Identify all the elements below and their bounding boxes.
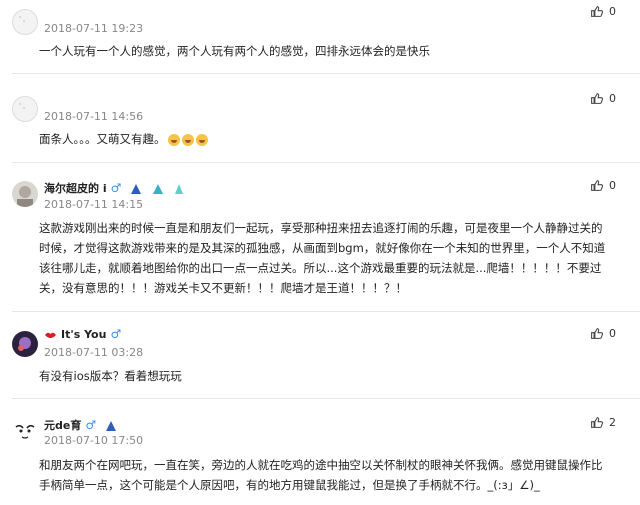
divider [12, 398, 640, 399]
divider [12, 311, 640, 312]
laughing-emoji-icon [181, 133, 194, 146]
user-avatar-image [12, 331, 38, 357]
comment-line: 关，没有意思的！！！游戏关卡又不更新！！！爬墙才是王道！！！？！ [39, 281, 407, 295]
like-button[interactable]: 0 [590, 92, 616, 105]
username[interactable]: 元de育 ♂ [44, 417, 118, 433]
comment-time: 2018-07-11 19:23 [44, 22, 144, 35]
comment-line: 时候，才觉得这款游戏带来的是及其深的孤独感，从画面到bgm，就好像你在一个未知的… [39, 241, 606, 255]
level-badge-icon [174, 184, 183, 194]
thumbs-up-icon [591, 6, 603, 17]
red-lips-icon [45, 332, 56, 338]
comment-line: 这款游戏刚出来的时候一直是和朋友们一起玩，享受那种扭来扭去追逐打闹的乐趣，可是夜… [39, 221, 603, 235]
level-badge-icon [131, 184, 142, 194]
male-icon: ♂ [85, 418, 97, 432]
comment-time: 2018-07-11 03:28 [44, 346, 144, 359]
divider [12, 162, 640, 163]
comment-line: 手柄简单一点，这个可能是个人原因吧，有的地方用键鼠我能过，但是换了手柄就不行。_… [39, 478, 540, 492]
thumbs-up-icon [591, 328, 603, 339]
thumbs-up-icon [591, 93, 603, 104]
comment-text: 和朋友两个在网吧玩，一直在笑，旁边的人就在吃鸡的途中抽空以关怀制杖的眼神关怀我俩… [39, 455, 624, 495]
avatar[interactable] [12, 331, 38, 357]
user-avatar-image [12, 418, 38, 444]
comment-text: 一个人玩有一个人的感觉，两个人玩有两个人的感觉，四排永远体会的是快乐 [39, 44, 430, 58]
username-text: It's You [61, 328, 107, 341]
like-button[interactable]: 0 [590, 179, 616, 192]
level-badge-icon [105, 421, 116, 431]
avatar[interactable] [12, 96, 38, 122]
like-count: 0 [609, 179, 616, 192]
like-button[interactable]: 0 [590, 5, 616, 18]
thumbs-up-icon [591, 180, 603, 191]
like-button[interactable]: 2 [590, 416, 616, 429]
comment-text-body: 面条人。。。又萌又有趣。 [39, 132, 166, 146]
comment-text: 有没有ios版本？看着想玩玩 [39, 369, 182, 383]
laughing-emoji-icon [167, 133, 180, 146]
comment-text: 这款游戏刚出来的时候一直是和朋友们一起玩，享受那种扭来扭去追逐打闹的乐趣，可是夜… [39, 218, 624, 298]
like-button[interactable]: 0 [590, 327, 616, 340]
thumbs-up-icon [591, 417, 603, 428]
avatar[interactable] [12, 181, 38, 207]
male-icon: ♂ [110, 181, 122, 195]
comment-time: 2018-07-11 14:56 [44, 110, 144, 123]
comment-time: 2018-07-11 14:15 [44, 198, 144, 211]
like-count: 0 [609, 327, 616, 340]
username[interactable]: It's You ♂ [44, 327, 121, 341]
like-count: 0 [609, 92, 616, 105]
avatar[interactable] [12, 9, 38, 35]
divider [12, 73, 640, 74]
comment-text: 面条人。。。又萌又有趣。 [39, 129, 624, 149]
user-avatar-image [12, 181, 38, 207]
like-count: 2 [609, 416, 616, 429]
comment-time: 2018-07-10 17:50 [44, 434, 144, 447]
username[interactable]: 海尔超皮的 i ♂ [44, 180, 185, 196]
level-badge-icon [153, 184, 164, 194]
comment-line: 和朋友两个在网吧玩，一直在笑，旁边的人就在吃鸡的途中抽空以关怀制杖的眼神关怀我俩… [39, 458, 603, 472]
username-text: 元de育 [44, 419, 82, 432]
laughing-emoji-icon [195, 133, 208, 146]
username-text: 海尔超皮的 i [44, 182, 107, 195]
male-icon: ♂ [110, 327, 122, 341]
avatar[interactable] [12, 418, 38, 444]
like-count: 0 [609, 5, 616, 18]
comment-line: 该往哪儿走，就顺着地图给你的出口一点一点过关。所以...这个游戏最重要的玩法就是… [39, 261, 602, 275]
